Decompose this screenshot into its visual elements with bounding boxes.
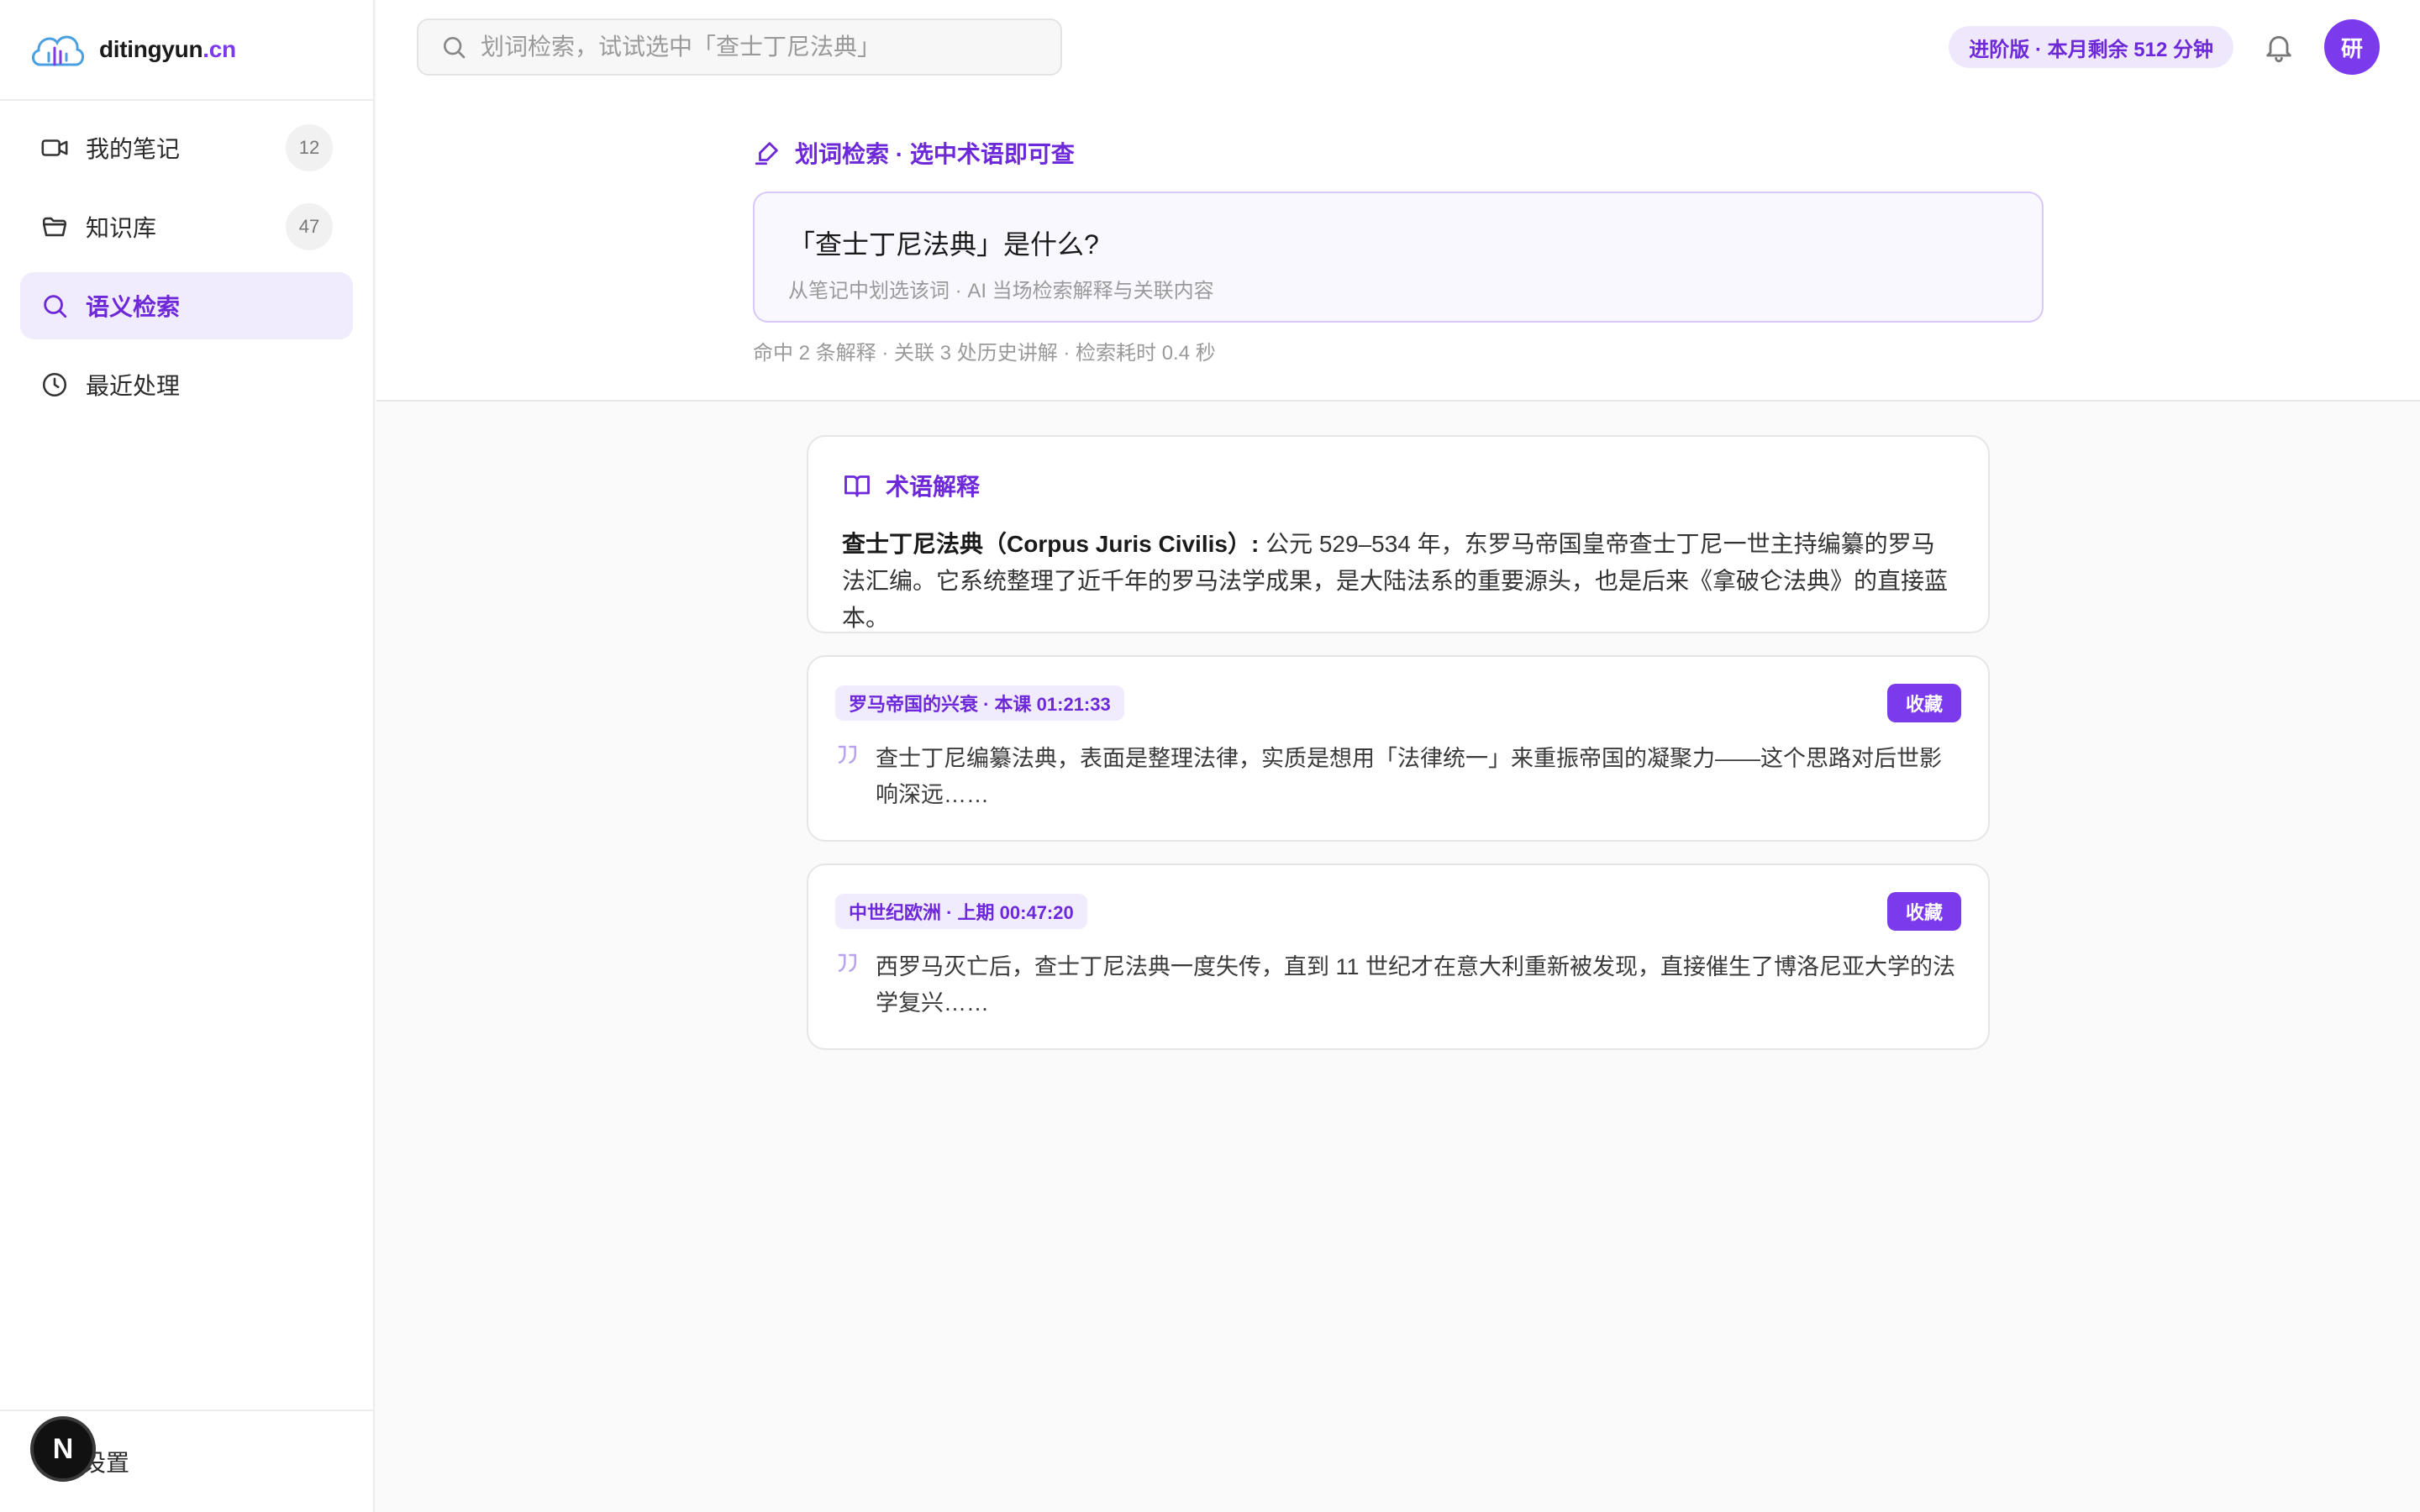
sidebar-item-label: 知识库 [86,215,157,241]
query-inner: 划词检索 · 选中术语即可查 「查士丁尼法典」是什么? 从笔记中划选该词 · A… [753,136,2044,365]
sidebar-item-my-notes[interactable]: 我的笔记 12 [20,114,353,181]
quote-icon [838,953,856,972]
topbar: 进阶版 · 本月剩余 512 分钟 研 [376,0,2420,94]
query-card: 「查士丁尼法典」是什么? 从笔记中划选该词 · AI 当场检索解释与关联内容 [753,192,2044,323]
term-explanation-card: 术语解释 查士丁尼法典（Corpus Juris Civilis）: 公元 52… [807,435,1990,633]
related-quote-card: 中世纪欧洲 · 上期 00:47:20 收藏 西罗马灭亡后，查士丁尼法典一度失传… [807,864,1990,1050]
quote-card-header: 罗马帝国的兴衰 · 本课 01:21:33 收藏 [835,684,1961,722]
floating-n-label: N [52,1432,74,1465]
results-list: 术语解释 查士丁尼法典（Corpus Juris Civilis）: 公元 52… [807,435,1990,1072]
save-button[interactable]: 收藏 [1886,684,1961,722]
query-section: 划词检索 · 选中术语即可查 「查士丁尼法典」是什么? 从笔记中划选该词 · A… [376,94,2420,402]
cloud-logo-icon [32,35,84,66]
quote-source-tag[interactable]: 罗马帝国的兴衰 · 本课 01:21:33 [835,685,1124,721]
bell-icon[interactable] [2262,30,2296,64]
query-meta-stats: 命中 2 条解释 · 关联 3 处历史讲解 · 检索耗时 0.4 秒 [753,342,1216,365]
term-definition: 查士丁尼法典（Corpus Juris Civilis）: 公元 529–534… [842,526,1954,637]
sidebar-item-recent[interactable]: 最近处理 [20,351,353,418]
brand-logo-row[interactable]: ditingyun.cn [0,0,373,101]
quote-body: 查士丁尼编纂法典，表面是整理法律，实质是想用「法律统一」来重振帝国的凝聚力——这… [835,741,1961,813]
knowledge-count-badge: 47 [286,203,333,250]
book-icon [844,475,870,497]
term-card-heading-text: 术语解释 [886,474,981,500]
sidebar-item-semantic-search[interactable]: 语义检索 [20,272,353,339]
query-section-title: 划词检索 · 选中术语即可查 [753,136,2044,170]
clock-icon [42,372,67,397]
term-name: 查士丁尼法典（Corpus Juris Civilis）: [842,531,1260,557]
sidebar-item-knowledge-base[interactable]: 知识库 47 [20,193,353,260]
search-input[interactable] [481,34,1035,60]
sidebar-item-label: 语义检索 [86,294,181,320]
folder-icon [42,217,67,237]
app-root: ditingyun.cn 我的笔记 12 知识库 47 语义检索 最近处理 设置… [0,0,2420,1512]
search-icon [44,295,67,318]
quote-source-tag[interactable]: 中世纪欧洲 · 上期 00:47:20 [835,894,1087,929]
notes-count-badge: 12 [286,124,333,171]
highlighter-icon [755,142,778,165]
search-box[interactable] [417,18,1062,76]
save-button[interactable]: 收藏 [1886,892,1961,931]
brand-name: ditingyun.cn [99,36,236,62]
quote-body: 西罗马灭亡后，查士丁尼法典一度失传，直到 11 世纪才在意大利重新被发现，直接催… [835,949,1961,1021]
sidebar-item-label: 我的笔记 [86,136,181,162]
quote-text: 西罗马灭亡后，查士丁尼法典一度失传，直到 11 世纪才在意大利重新被发现，直接催… [876,954,1956,1016]
topbar-right: 进阶版 · 本月剩余 512 分钟 研 [1949,19,2380,75]
related-quote-card: 罗马帝国的兴衰 · 本课 01:21:33 收藏 查士丁尼编纂法典，表面是整理法… [807,655,1990,842]
term-card-heading: 术语解释 [842,469,1954,502]
query-hint: 从笔记中划选该词 · AI 当场检索解释与关联内容 [788,280,1214,302]
sidebar-nav: 我的笔记 12 知识库 47 语义检索 最近处理 [0,101,373,418]
floating-n-button[interactable]: N [30,1416,96,1482]
avatar[interactable]: 研 [2324,19,2380,75]
query-question: 「查士丁尼法典」是什么? [788,229,1099,260]
quote-icon [838,745,856,764]
search-icon [444,37,466,59]
plan-status-badge[interactable]: 进阶版 · 本月剩余 512 分钟 [1949,26,2233,68]
quote-card-header: 中世纪欧洲 · 上期 00:47:20 收藏 [835,892,1961,931]
sidebar-item-label: 最近处理 [86,373,181,399]
quote-text: 查士丁尼编纂法典，表面是整理法律，实质是想用「法律统一」来重振帝国的凝聚力——这… [876,746,1942,807]
query-section-title-text: 划词检索 · 选中术语即可查 [795,141,1075,167]
sidebar: ditingyun.cn 我的笔记 12 知识库 47 语义检索 最近处理 设置 [0,0,375,1512]
video-icon [41,139,68,156]
